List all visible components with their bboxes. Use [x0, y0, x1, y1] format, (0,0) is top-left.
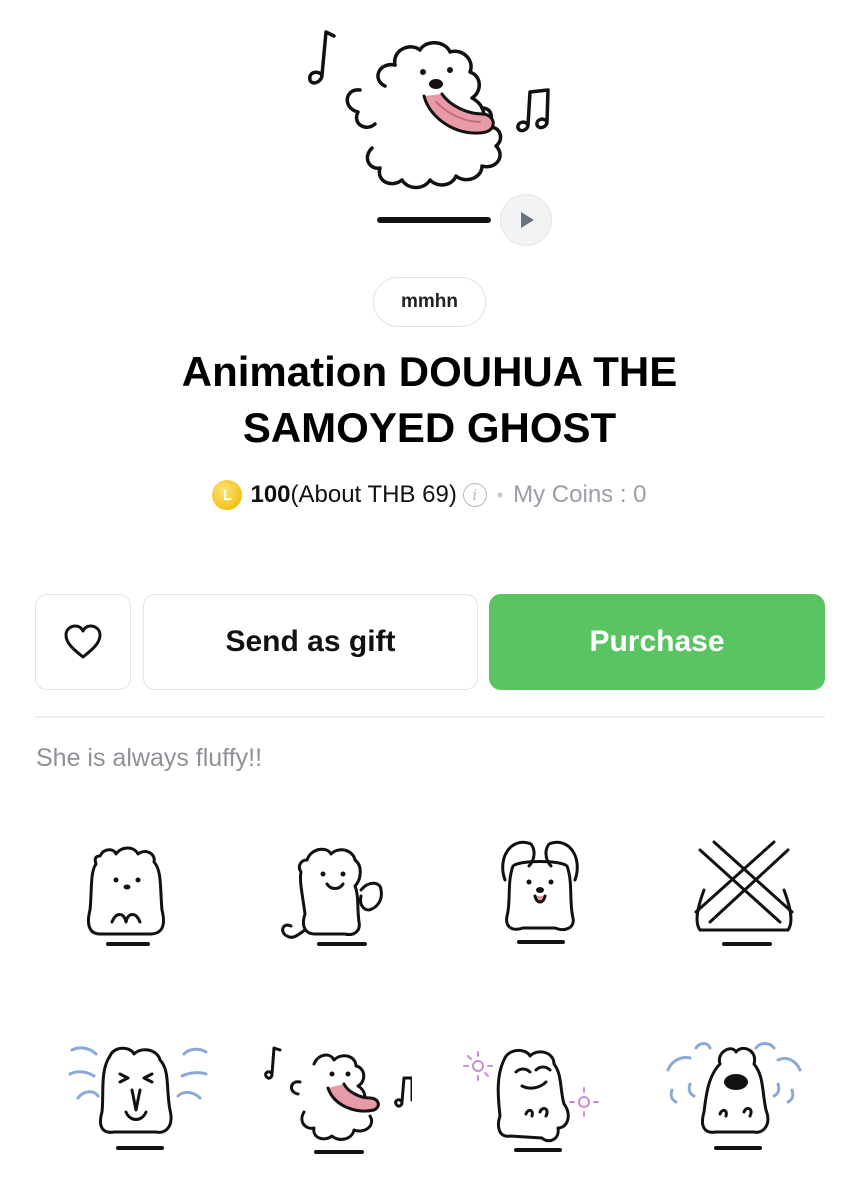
description: She is always fluffy!!: [36, 744, 263, 772]
my-coins-balance: My Coins : 0: [513, 481, 647, 508]
sticker-title: Animation DOUHUA THE SAMOYED GHOST: [60, 344, 799, 456]
price-amount: 100: [250, 481, 291, 508]
favorite-button[interactable]: [35, 594, 131, 690]
sticker-dancing[interactable]: [262, 1030, 412, 1180]
send-as-gift-button[interactable]: Send as gift: [143, 594, 478, 690]
title-line-1: Animation DOUHUA THE: [181, 348, 678, 395]
play-icon: [521, 212, 534, 228]
purchase-button[interactable]: Purchase: [489, 594, 825, 690]
title-line-2: SAMOYED GHOST: [242, 404, 617, 451]
line-coin-icon: L: [212, 480, 243, 510]
price-about: (About THB 69): [290, 481, 457, 508]
divider: [35, 716, 825, 718]
play-animation-button[interactable]: [500, 194, 552, 246]
heart-icon: [64, 624, 102, 659]
info-icon[interactable]: i: [462, 483, 487, 507]
separator-dot: •: [496, 484, 504, 505]
sticker-please[interactable]: [60, 1030, 210, 1180]
sticker-sparkle-smirk[interactable]: [460, 1030, 610, 1180]
author-chip[interactable]: mmhn: [373, 277, 486, 327]
sticker-crossed-arms[interactable]: [670, 830, 820, 980]
sticker-heart-arms[interactable]: [465, 822, 615, 972]
sticker-thumbs-up[interactable]: [265, 830, 415, 980]
sticker-crying[interactable]: [660, 1030, 810, 1180]
sticker-sitting[interactable]: [50, 830, 200, 980]
price-row: L 100 (About THB 69) i • My Coins : 0: [0, 474, 859, 516]
